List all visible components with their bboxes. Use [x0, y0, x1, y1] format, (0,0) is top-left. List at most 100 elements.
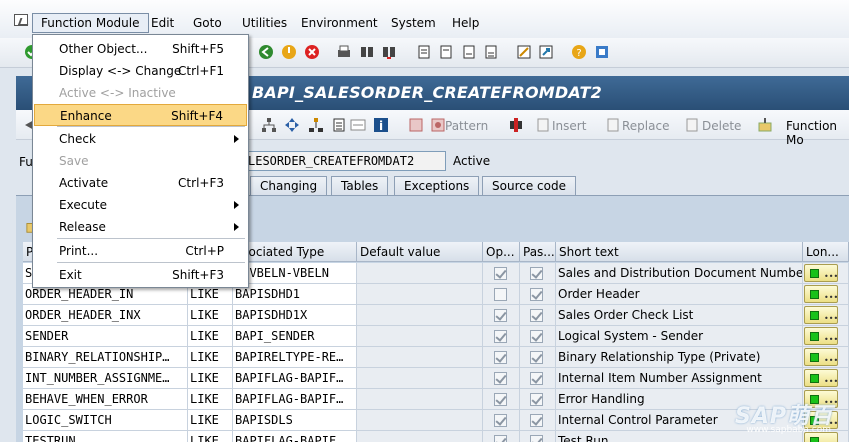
last-page-icon[interactable]	[483, 44, 499, 60]
pattern-button[interactable]: Pattern	[445, 119, 488, 133]
next-page-icon[interactable]	[461, 44, 477, 60]
menu-item-execute[interactable]: Execute	[34, 194, 247, 216]
cell-short-text[interactable]: Binary Relationship Type (Private)	[556, 347, 803, 368]
menu-goto[interactable]: Goto	[193, 16, 222, 30]
cell-short-text[interactable]: Sales and Distribution Document Number	[556, 263, 803, 284]
insert-button[interactable]: Insert	[552, 119, 586, 133]
exit-icon[interactable]	[281, 44, 297, 60]
where-used-icon[interactable]	[308, 117, 324, 133]
table-row[interactable]: BEHAVE_WHEN_ERROR LIKE BAPIFLAG-BAPIF… Erro…	[23, 389, 849, 410]
system-menu-icon[interactable]	[14, 14, 28, 26]
delete-button[interactable]: Delete	[702, 119, 741, 133]
menu-system[interactable]: System	[391, 16, 436, 30]
cell-typing[interactable]: LIKE	[188, 410, 233, 431]
delete-icon[interactable]	[683, 117, 699, 133]
cell-name[interactable]: BEHAVE_WHEN_ERROR	[23, 389, 188, 410]
new-session-icon[interactable]	[516, 44, 532, 60]
help-icon[interactable]: ?	[571, 44, 587, 60]
cell-default[interactable]	[357, 368, 483, 389]
long-text-button[interactable]: •••	[804, 306, 838, 324]
tree-icon[interactable]	[408, 117, 424, 133]
table-row[interactable]: INT_NUMBER_ASSIGNME… LIKE BAPIFLAG-BAPIF… I…	[23, 368, 849, 389]
column-header-long-text[interactable]: Lon...	[803, 242, 849, 262]
customize-layout-icon[interactable]	[594, 44, 610, 60]
cell-typing[interactable]: LIKE	[188, 347, 233, 368]
table-row[interactable]: ORDER_HEADER_INX LIKE BAPISDHD1X Sales Orde…	[23, 305, 849, 326]
menu-item-release[interactable]: Release	[34, 216, 247, 238]
tab-tables[interactable]: Tables	[331, 176, 389, 196]
shortcut-icon[interactable]	[538, 44, 554, 60]
cell-short-text[interactable]: Internal Item Number Assignment	[556, 368, 803, 389]
optional-checkbox[interactable]	[494, 372, 507, 385]
back-icon[interactable]	[258, 44, 274, 60]
menu-item-display-change[interactable]: Display <-> Change Ctrl+F1	[34, 60, 247, 82]
menu-function-module[interactable]: Function Module	[32, 13, 149, 33]
menu-item-activate[interactable]: Activate Ctrl+F3	[34, 172, 247, 194]
column-header-default-value[interactable]: Default value	[357, 242, 483, 262]
cell-name[interactable]: INT_NUMBER_ASSIGNME…	[23, 368, 188, 389]
function-module-button[interactable]: Function Mo	[786, 119, 849, 147]
info-icon[interactable]: i	[373, 117, 389, 133]
insert-icon[interactable]	[534, 117, 550, 133]
cell-default[interactable]	[357, 326, 483, 347]
optional-checkbox[interactable]	[494, 393, 507, 406]
optional-checkbox[interactable]	[494, 267, 507, 280]
cell-default[interactable]	[357, 284, 483, 305]
optional-checkbox[interactable]	[494, 288, 507, 301]
cell-type[interactable]: BAPISDHD1	[233, 284, 357, 305]
menu-utilities[interactable]: Utilities	[242, 16, 287, 30]
first-page-icon[interactable]	[416, 44, 432, 60]
pass-value-checkbox[interactable]	[530, 288, 543, 301]
cell-default[interactable]	[357, 347, 483, 368]
cell-name[interactable]: ORDER_HEADER_INX	[23, 305, 188, 326]
optional-checkbox[interactable]	[494, 309, 507, 322]
long-text-button[interactable]: •••	[804, 327, 838, 345]
tab-source-code[interactable]: Source code	[482, 176, 576, 196]
cell-short-text[interactable]: Order Header	[556, 284, 803, 305]
replace-icon[interactable]	[604, 117, 620, 133]
cell-type[interactable]: BAPIRELTYPE-RE…	[233, 347, 357, 368]
column-header-associated-type[interactable]: ssociated Type	[233, 242, 357, 262]
cell-type[interactable]: BAPI_SENDER	[233, 326, 357, 347]
cell-type[interactable]: BAPIFLAG-BAPIF…	[233, 389, 357, 410]
display-list-icon[interactable]	[350, 117, 366, 133]
menu-item-enhance[interactable]: Enhance Shift+F4	[34, 104, 247, 126]
tab-changing[interactable]: Changing	[250, 176, 328, 196]
navigation-icon[interactable]	[284, 117, 300, 133]
pass-value-checkbox[interactable]	[530, 414, 543, 427]
find-icon[interactable]	[359, 44, 375, 60]
previous-page-icon[interactable]	[438, 44, 454, 60]
table-row[interactable]: BINARY_RELATIONSHIP… LIKE BAPIRELTYPE-RE… B…	[23, 347, 849, 368]
menu-item-exit[interactable]: Exit Shift+F3	[34, 264, 247, 286]
pass-value-checkbox[interactable]	[530, 351, 543, 364]
cell-type[interactable]: PIVBELN-VBELN	[233, 263, 357, 284]
cancel-icon[interactable]	[304, 44, 320, 60]
pass-value-checkbox[interactable]	[530, 267, 543, 280]
replace-button[interactable]: Replace	[622, 119, 669, 133]
optional-checkbox[interactable]	[494, 330, 507, 343]
cell-name[interactable]: BINARY_RELATIONSHIP…	[23, 347, 188, 368]
column-header-short-text[interactable]: Short text	[556, 242, 803, 262]
table-row[interactable]: SENDER LIKE BAPI_SENDER Logical System - Se…	[23, 326, 849, 347]
cell-type[interactable]: BAPIFLAG-BAPIF	[233, 431, 357, 442]
long-text-button[interactable]: •••	[804, 369, 838, 387]
cell-name[interactable]: TESTRUN	[23, 431, 188, 442]
cell-typing[interactable]: LIKE	[188, 431, 233, 442]
cell-type[interactable]: BAPIFLAG-BAPIF…	[233, 368, 357, 389]
menu-help[interactable]: Help	[452, 16, 479, 30]
table-row[interactable]: LOGIC_SWITCH LIKE BAPISDLS Internal Control…	[23, 410, 849, 431]
pattern-icon[interactable]	[430, 117, 446, 133]
pass-value-checkbox[interactable]	[530, 309, 543, 322]
pass-value-checkbox[interactable]	[530, 435, 543, 442]
cell-default[interactable]	[357, 431, 483, 442]
optional-checkbox[interactable]	[494, 351, 507, 364]
column-header-optional[interactable]: Op...	[483, 242, 520, 262]
cell-short-text[interactable]: Logical System - Sender	[556, 326, 803, 347]
cell-type[interactable]: BAPISDHD1X	[233, 305, 357, 326]
menu-item-other-object[interactable]: Other Object... Shift+F5	[34, 38, 247, 60]
cell-default[interactable]	[357, 410, 483, 431]
cell-name[interactable]: SENDER	[23, 326, 188, 347]
find-next-icon[interactable]	[381, 44, 397, 60]
function-module-icon[interactable]	[757, 117, 773, 133]
table-row[interactable]: TESTRUNLIKEBAPIFLAG-BAPIFTest Run•••	[23, 431, 849, 442]
